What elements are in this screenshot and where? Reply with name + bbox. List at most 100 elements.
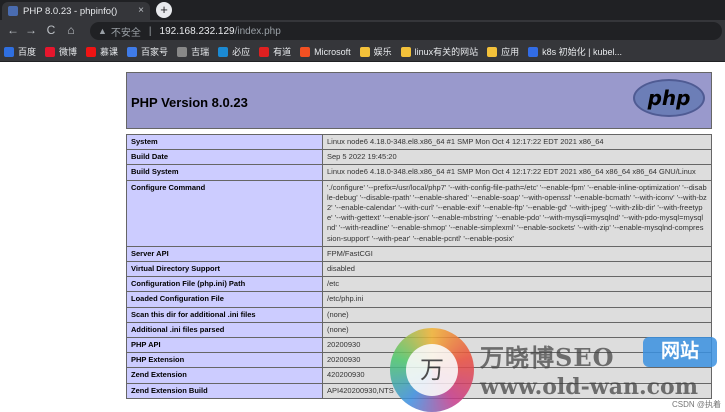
row-label: Build Date bbox=[126, 149, 323, 166]
row-label: PHP API bbox=[126, 337, 323, 354]
row-value: 20200930 bbox=[322, 352, 712, 369]
table-row: System Linux node6 4.18.0-348.el8.x86_64 … bbox=[126, 133, 712, 151]
table-row: Build Date Sep 5 2022 19:45:20 bbox=[126, 149, 712, 166]
row-value: disabled bbox=[322, 261, 712, 278]
table-row: Server API FPM/FastCGI bbox=[126, 245, 712, 263]
bookmark-label: 微博 bbox=[59, 47, 78, 57]
bookmark-item[interactable]: Microsoft bbox=[300, 46, 351, 57]
watermark-credit: CSDN @执着 bbox=[671, 400, 721, 409]
bookmark-item[interactable]: 必应 bbox=[218, 45, 250, 58]
page-content: PHP Version 8.0.23 php System Linux node6… bbox=[0, 62, 725, 412]
table-row: PHP API 20200930 bbox=[126, 337, 712, 354]
row-value: Linux node6 4.18.0-348.el8.x86_64 #1 SMP… bbox=[322, 164, 712, 181]
new-tab-button[interactable]: + bbox=[156, 2, 172, 18]
bookmark-icon bbox=[4, 46, 14, 57]
tab-bar: PHP 8.0.23 - phpinfo() × + bbox=[0, 0, 725, 20]
row-value: 20200930 bbox=[322, 337, 712, 354]
bookmark-icon bbox=[259, 46, 270, 57]
bookmark-label: 有道 bbox=[273, 47, 292, 57]
bookmark-label: 必应 bbox=[232, 47, 251, 57]
bookmark-label: 应用 bbox=[501, 47, 520, 57]
table-row: Virtual Directory Support disabled bbox=[126, 261, 712, 278]
bookmark-icon bbox=[177, 46, 188, 57]
address-host: 192.168.232.129 bbox=[159, 25, 235, 37]
bookmark-icon bbox=[487, 46, 498, 57]
table-row: Zend Extension 420200930 bbox=[126, 367, 712, 384]
bookmark-icon bbox=[300, 46, 311, 57]
php-favicon-icon bbox=[8, 6, 18, 16]
bookmark-item[interactable]: 应用 bbox=[487, 45, 519, 58]
table-row: Loaded Configuration File/etc/php.ini bbox=[126, 291, 712, 308]
warning-icon: ▲ bbox=[98, 26, 107, 36]
bookmark-label: k8s 初始化 | kubel... bbox=[542, 47, 623, 57]
bookmark-label: 娱乐 bbox=[373, 47, 392, 57]
bookmark-item[interactable]: 百家号 bbox=[127, 45, 168, 58]
security-label: 不安全 bbox=[110, 27, 141, 39]
bookmark-label: Microsoft bbox=[314, 46, 351, 57]
bookmark-item[interactable]: 百度 bbox=[4, 45, 36, 58]
back-button[interactable]: ← bbox=[6, 23, 20, 37]
tab-title: PHP 8.0.23 - phpinfo() bbox=[23, 5, 118, 17]
bookmark-icon bbox=[218, 46, 229, 57]
row-label: Loaded Configuration File bbox=[126, 291, 323, 308]
table-row: PHP Extension 20200930 bbox=[126, 352, 712, 369]
row-value: (none) bbox=[322, 321, 712, 339]
row-value: (none) bbox=[322, 306, 712, 323]
row-label: Scan this dir for additional .ini files bbox=[126, 306, 323, 323]
row-value: Linux node6 4.18.0-348.el8.x86_64 #1 SMP… bbox=[322, 133, 712, 151]
bookmark-item[interactable]: k8s 初始化 | kubel... bbox=[528, 45, 622, 58]
table-row: Scan this dir for additional .ini files(… bbox=[126, 306, 712, 323]
bookmark-label: 慕课 bbox=[100, 47, 119, 57]
bookmark-label: linux有关的网站 bbox=[414, 47, 479, 57]
address-bar[interactable]: ▲ 不安全 | 192.168.232.129 /index.php bbox=[90, 22, 722, 40]
row-value: /etc bbox=[322, 276, 712, 293]
bookmark-item[interactable]: 慕课 bbox=[86, 45, 118, 58]
table-row: Zend Extension Build API420200930,NTS bbox=[126, 382, 712, 399]
browser-tab[interactable]: PHP 8.0.23 - phpinfo() × bbox=[2, 2, 150, 20]
table-row: Configure Command './configure' '--prefix… bbox=[126, 179, 712, 247]
row-value: FPM/FastCGI bbox=[322, 245, 712, 263]
bookmark-icon bbox=[45, 46, 56, 57]
address-separator: | bbox=[148, 25, 152, 37]
bookmark-label: 吉瑞 bbox=[191, 47, 210, 57]
row-label: Server API bbox=[126, 245, 323, 263]
home-button[interactable]: ⌂ bbox=[64, 23, 78, 37]
bookmark-label: 百家号 bbox=[141, 47, 169, 57]
bookmark-icon bbox=[359, 46, 370, 57]
row-label: Configuration File (php.ini) Path bbox=[126, 276, 323, 293]
bookmark-icon bbox=[400, 46, 411, 57]
row-value: API420200930,NTS bbox=[322, 382, 712, 399]
table-row: Additional .ini files parsed (none) bbox=[126, 321, 712, 339]
bookmark-item[interactable]: 微博 bbox=[45, 45, 77, 58]
bookmark-icon bbox=[528, 46, 539, 57]
bookmark-item[interactable]: 娱乐 bbox=[359, 45, 392, 58]
bookmark-item[interactable]: 吉瑞 bbox=[177, 45, 209, 58]
phpinfo-table: System Linux node6 4.18.0-348.el8.x86_64 … bbox=[126, 133, 712, 399]
browser-toolbar: ← → C ⌂ ▲ 不安全 | 192.168.232.129 /index.p… bbox=[0, 20, 725, 42]
php-logo: php bbox=[633, 79, 705, 117]
row-value: 420200930 bbox=[322, 367, 712, 384]
row-value: './configure' '--prefix=/usr/local/php7'… bbox=[322, 179, 712, 247]
row-label: PHP Extension bbox=[126, 352, 323, 369]
row-label: Virtual Directory Support bbox=[126, 261, 323, 278]
table-row: Configuration File (php.ini) Path/etc bbox=[126, 276, 712, 293]
address-path: /index.php bbox=[234, 25, 281, 37]
page-title: PHP Version 8.0.23 bbox=[131, 95, 248, 110]
row-value: Sep 5 2022 19:45:20 bbox=[322, 149, 712, 166]
bookmark-item[interactable]: linux有关的网站 bbox=[400, 45, 479, 58]
close-icon[interactable]: × bbox=[138, 5, 144, 16]
reload-button[interactable]: C bbox=[44, 23, 58, 37]
table-row: Build System Linux node6 4.18.0-348.el8.x… bbox=[126, 164, 712, 181]
row-label: Zend Extension Build bbox=[126, 382, 323, 399]
php-header: PHP Version 8.0.23 php bbox=[126, 72, 712, 129]
row-label: Build System bbox=[126, 164, 323, 181]
bookmarks-bar: 百度 微博 慕课 百家号 吉瑞 必应 有道 Microsoft 娱乐 linux有关的网站 应用 k8… bbox=[0, 42, 725, 62]
row-label: Configure Command bbox=[126, 179, 323, 247]
bookmark-item[interactable]: 有道 bbox=[259, 45, 291, 58]
bookmark-label: 百度 bbox=[18, 47, 37, 57]
row-label: System bbox=[126, 133, 323, 151]
forward-button[interactable]: → bbox=[24, 23, 38, 37]
row-label: Zend Extension bbox=[126, 367, 323, 384]
bookmark-icon bbox=[127, 46, 138, 57]
row-value: /etc/php.ini bbox=[322, 291, 712, 308]
